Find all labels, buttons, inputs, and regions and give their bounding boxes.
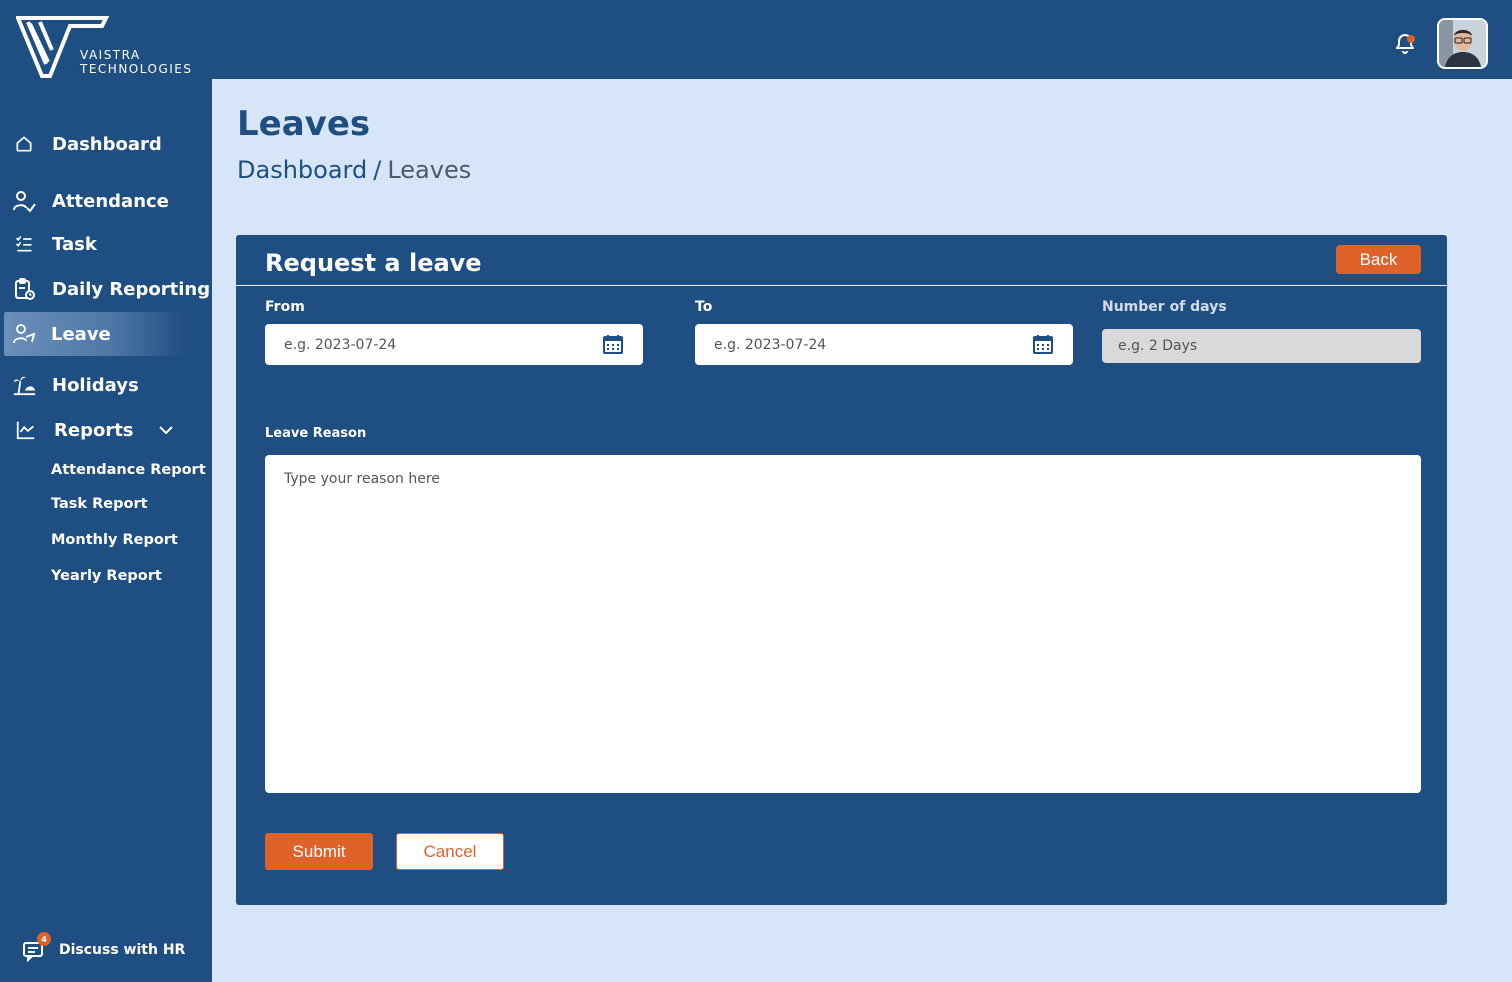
chat-icon: 4	[22, 932, 51, 963]
discuss-badge: 4	[37, 932, 51, 946]
sidebar-item-reports[interactable]: Reports	[0, 408, 212, 452]
logo-line-1: VAISTRA	[80, 48, 141, 62]
sidebar-item-daily-reporting[interactable]: Daily Reporting	[0, 267, 212, 311]
from-date-input[interactable]	[265, 336, 585, 353]
breadcrumb-separator: /	[373, 156, 382, 184]
card-divider	[236, 285, 1447, 286]
checklist-icon	[12, 232, 36, 256]
chevron-down-icon[interactable]	[156, 420, 176, 440]
number-of-days-label: Number of days	[1102, 299, 1227, 315]
calendar-icon[interactable]	[1033, 334, 1053, 354]
leave-request-card: Request a leave Back From To Number of d…	[236, 235, 1447, 905]
from-date-field[interactable]	[265, 324, 643, 365]
number-of-days-field	[1102, 329, 1421, 363]
calendar-icon[interactable]	[603, 334, 623, 354]
clipboard-clock-icon	[12, 277, 36, 301]
sidebar-item-label: Daily Reporting	[52, 278, 211, 300]
company-logo[interactable]: VAISTRA TECHNOLOGIES	[15, 14, 206, 78]
beach-icon	[12, 373, 36, 397]
sidebar-item-label: Dashboard	[52, 133, 162, 155]
sidebar-item-label: Holidays	[52, 374, 139, 396]
number-of-days-input	[1102, 338, 1392, 354]
page-title: Leaves	[237, 104, 371, 144]
home-icon	[12, 132, 36, 156]
submit-button[interactable]: Submit	[265, 833, 373, 870]
to-date-input[interactable]	[695, 336, 1015, 353]
top-bar: VAISTRA TECHNOLOGIES	[0, 0, 1512, 79]
notification-dot	[1407, 35, 1415, 43]
user-check-icon	[12, 189, 36, 213]
sidebar-item-task[interactable]: Task	[0, 222, 212, 266]
breadcrumb: Dashboard / Leaves	[237, 156, 471, 184]
line-chart-icon	[14, 418, 38, 442]
discuss-label: Discuss with HR	[59, 942, 186, 958]
sidebar-item-leave[interactable]: Leave	[4, 312, 184, 356]
card-title: Request a leave	[265, 249, 482, 277]
sidebar-item-label: Reports	[54, 419, 134, 441]
user-avatar[interactable]	[1437, 18, 1488, 69]
sidebar-item-holidays[interactable]: Holidays	[0, 363, 212, 407]
cancel-button[interactable]: Cancel	[396, 833, 504, 870]
from-label: From	[265, 299, 305, 315]
sidebar-item-label: Leave	[51, 323, 111, 345]
avatar-image-icon	[1439, 20, 1486, 67]
leave-reason-label: Leave Reason	[265, 426, 367, 441]
to-date-field[interactable]	[695, 324, 1073, 365]
discuss-with-hr-button[interactable]: 4 Discuss with HR	[22, 932, 186, 963]
to-label: To	[695, 299, 713, 315]
sidebar-item-label: Task	[52, 233, 97, 255]
leave-icon	[12, 322, 36, 346]
sidebar-item-dashboard[interactable]: Dashboard	[0, 122, 212, 166]
logo-text: VAISTRA TECHNOLOGIES	[80, 48, 192, 76]
sidebar-sub-monthly-report[interactable]: Monthly Report	[51, 532, 178, 548]
sidebar-sub-yearly-report[interactable]: Yearly Report	[51, 568, 162, 584]
back-button[interactable]: Back	[1336, 245, 1421, 274]
sidebar-sub-attendance-report[interactable]: Attendance Report	[51, 462, 206, 478]
breadcrumb-root[interactable]: Dashboard	[237, 156, 367, 184]
logo-line-2: TECHNOLOGIES	[80, 62, 193, 76]
leave-reason-textarea[interactable]	[265, 455, 1421, 793]
breadcrumb-current: Leaves	[387, 156, 472, 184]
sidebar-sub-task-report[interactable]: Task Report	[51, 496, 148, 512]
sidebar-item-label: Attendance	[52, 190, 169, 212]
sidebar-item-attendance[interactable]: Attendance	[0, 179, 212, 223]
